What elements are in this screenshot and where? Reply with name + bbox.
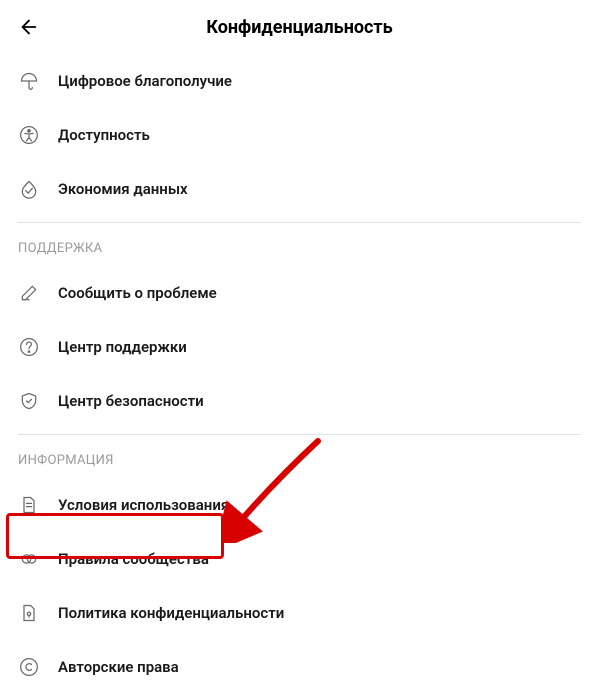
menu-label: Экономия данных	[58, 180, 188, 198]
menu-privacy-policy[interactable]: Политика конфиденциальности	[0, 586, 599, 640]
menu-community-rules[interactable]: Правила сообщества	[0, 532, 599, 586]
shield-icon	[18, 390, 40, 412]
menu-label: Цифровое благополучие	[58, 72, 232, 90]
menu-help-center[interactable]: Центр поддержки	[0, 320, 599, 374]
menu-safety-center[interactable]: Центр безопасности	[0, 374, 599, 428]
menu-label: Авторские права	[58, 658, 179, 676]
accessibility-icon	[18, 124, 40, 146]
document-icon	[18, 494, 40, 516]
privacy-icon	[18, 602, 40, 624]
arrow-left-icon	[18, 16, 40, 38]
menu-label: Сообщить о проблеме	[58, 284, 217, 302]
section-header-support: ПОДДЕРЖКА	[0, 223, 599, 266]
menu-label: Правила сообщества	[58, 550, 209, 568]
menu-terms[interactable]: Условия использования	[0, 478, 599, 532]
menu-digital-wellbeing[interactable]: Цифровое благополучие	[0, 54, 599, 108]
umbrella-icon	[18, 70, 40, 92]
menu-copyright[interactable]: Авторские права	[0, 640, 599, 694]
help-icon	[18, 336, 40, 358]
menu-label: Центр поддержки	[58, 338, 187, 356]
menu-report-problem[interactable]: Сообщить о проблеме	[0, 266, 599, 320]
menu-label: Центр безопасности	[58, 392, 204, 410]
rules-icon	[18, 548, 40, 570]
menu-label: Условия использования	[58, 496, 229, 514]
page-title: Конфиденциальность	[18, 17, 581, 38]
menu-label: Политика конфиденциальности	[58, 604, 284, 622]
menu-label: Доступность	[58, 126, 150, 144]
header: Конфиденциальность	[0, 0, 599, 54]
back-button[interactable]	[18, 16, 40, 38]
data-saver-icon	[18, 178, 40, 200]
copyright-icon	[18, 656, 40, 678]
menu-data-saver[interactable]: Экономия данных	[0, 162, 599, 216]
menu-accessibility[interactable]: Доступность	[0, 108, 599, 162]
pencil-icon	[18, 282, 40, 304]
section-header-info: ИНФОРМАЦИЯ	[0, 435, 599, 478]
